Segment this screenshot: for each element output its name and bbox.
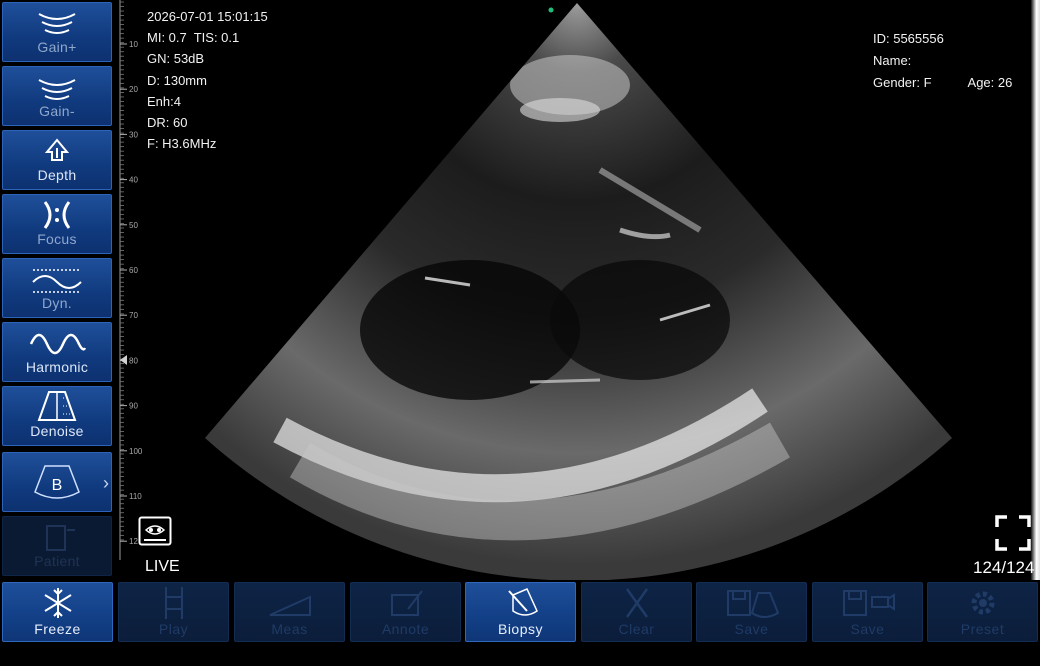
save-video-button[interactable]: Save bbox=[812, 582, 923, 642]
biopsy-icon bbox=[507, 588, 538, 616]
gain-down-button[interactable]: Gain- bbox=[2, 66, 112, 126]
fullscreen-icon[interactable] bbox=[995, 515, 1031, 551]
ruler-tick-label: 40 bbox=[129, 176, 138, 185]
svg-text:B: B bbox=[52, 477, 63, 494]
scan-parameters: 2026-07-01 15:01:15 MI: 0.7 TIS: 0.1 GN:… bbox=[147, 6, 268, 154]
live-status: LIVE bbox=[145, 558, 180, 575]
snowflake-icon bbox=[43, 588, 72, 618]
play-label: Play bbox=[158, 621, 189, 637]
patient-button[interactable]: Patient bbox=[2, 516, 112, 576]
save-image-label: Save bbox=[734, 621, 769, 637]
orientation-dot bbox=[548, 7, 554, 13]
dynamic-range-value: DR: 60 bbox=[147, 115, 188, 131]
harmonic-label: Harmonic bbox=[25, 359, 89, 375]
ruler-tick-label: 100 bbox=[129, 447, 143, 456]
annotate-icon bbox=[390, 590, 423, 616]
save-image-icon bbox=[726, 590, 779, 618]
ruler-tick-label: 60 bbox=[129, 266, 138, 275]
biopsy-button[interactable]: Biopsy bbox=[465, 582, 576, 642]
depth-button[interactable]: Depth bbox=[2, 130, 112, 190]
biopsy-label: Biopsy bbox=[497, 621, 544, 637]
patient-id: ID: 5565556 bbox=[873, 31, 944, 46]
ruler-tick-label: 110 bbox=[129, 492, 142, 501]
denoise-button[interactable]: Denoise bbox=[2, 386, 112, 446]
clear-label: Clear bbox=[618, 621, 655, 637]
clear-x-icon bbox=[625, 588, 648, 618]
denoise-label: Denoise bbox=[30, 423, 84, 439]
focus-label: Focus bbox=[37, 231, 77, 247]
depth-icon bbox=[44, 138, 70, 161]
b-mode-button[interactable]: B › bbox=[2, 452, 112, 512]
harmonic-icon bbox=[29, 333, 87, 355]
preset-button[interactable]: Preset bbox=[927, 582, 1038, 642]
ruler-tick-label: 70 bbox=[129, 311, 138, 320]
gain-up-button[interactable]: Gain+ bbox=[2, 2, 112, 62]
play-button[interactable]: Play bbox=[118, 582, 229, 642]
measure-icon bbox=[269, 595, 311, 616]
dynamic-range-label: Dyn. bbox=[42, 295, 72, 311]
ruler-tick-label: 50 bbox=[129, 221, 138, 230]
right-edge-bar bbox=[1031, 0, 1040, 580]
depth-label: Depth bbox=[37, 167, 77, 183]
ruler-tick-label: 80 bbox=[129, 356, 138, 365]
patient-gender: Gender: F bbox=[873, 75, 932, 90]
enhance-value: Enh:4 bbox=[147, 93, 181, 109]
annotate-label: Annote bbox=[381, 621, 430, 637]
clear-button[interactable]: Clear bbox=[581, 582, 692, 642]
save-image-button[interactable]: Save bbox=[696, 582, 807, 642]
gain-up-label: Gain+ bbox=[37, 39, 77, 55]
patient-name: Name: bbox=[873, 53, 912, 68]
patient-age: Age: 26 bbox=[967, 75, 1013, 90]
depth-value: D: 130mm bbox=[147, 72, 207, 88]
gain-down-icon bbox=[38, 79, 76, 100]
ruler-tick-label: 20 bbox=[129, 85, 138, 94]
play-film-icon bbox=[164, 587, 183, 619]
datetime: 2026-07-01 15:01:15 bbox=[147, 9, 268, 24]
depth-ruler: 10203040506070809010011012 bbox=[119, 0, 143, 560]
ruler-tick-label: 90 bbox=[129, 402, 138, 411]
focus-icon bbox=[43, 201, 71, 229]
gain-up-icon bbox=[38, 13, 76, 34]
bottom-toolbar: Freeze Play Meas Annote Biopsy Clear Sav… bbox=[0, 580, 1040, 644]
dynamic-range-button[interactable]: Dyn. bbox=[2, 258, 112, 318]
gain-value: GN: 53dB bbox=[147, 51, 205, 67]
save-video-label: Save bbox=[850, 621, 885, 637]
patient-label: Patient bbox=[34, 553, 80, 569]
gear-icon bbox=[971, 591, 994, 615]
save-video-icon bbox=[842, 590, 895, 616]
frequency-value: F: H3.6MHz bbox=[147, 136, 217, 152]
ruler-tick-label: 30 bbox=[129, 130, 138, 139]
measure-label: Meas bbox=[271, 621, 308, 637]
gain-down-label: Gain- bbox=[39, 103, 75, 119]
harmonic-button[interactable]: Harmonic bbox=[2, 322, 112, 382]
mi-tis: MI: 0.7 TIS: 0.1 bbox=[147, 30, 240, 46]
b-mode-icon: B bbox=[34, 465, 80, 499]
patient-info: ID: 5565556 Name: Gender: F Age: 26 bbox=[873, 28, 1023, 94]
freeze-label: Freeze bbox=[34, 621, 81, 637]
preset-label: Preset bbox=[960, 621, 1005, 637]
ruler-tick-label: 10 bbox=[129, 40, 138, 49]
annotate-button[interactable]: Annote bbox=[350, 582, 461, 642]
left-toolbar: Gain+ Gain- Depth Focus Dyn. Harmonic De… bbox=[0, 0, 118, 580]
patient-icon bbox=[46, 525, 75, 551]
frame-counter: 124/124 bbox=[973, 558, 1035, 577]
freeze-button[interactable]: Freeze bbox=[2, 582, 113, 642]
probe-icon[interactable] bbox=[138, 516, 172, 546]
measure-button[interactable]: Meas bbox=[234, 582, 345, 642]
dynamic-range-icon bbox=[32, 269, 82, 293]
denoise-icon bbox=[37, 391, 77, 421]
focus-button[interactable]: Focus bbox=[2, 194, 112, 254]
expand-chevron-icon[interactable]: › bbox=[103, 473, 109, 494]
